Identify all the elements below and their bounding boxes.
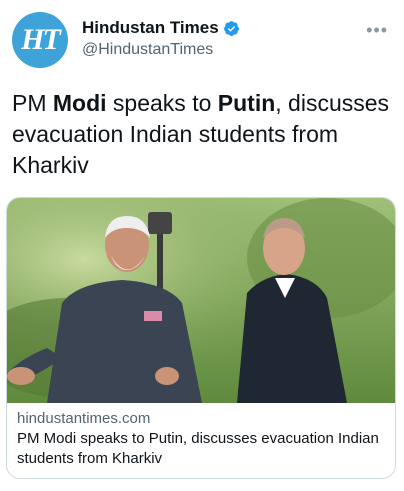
display-name[interactable]: Hindustan Times — [82, 18, 240, 38]
tweet-text-part: speaks to — [106, 90, 218, 116]
article-photo[interactable] — [7, 198, 395, 403]
tweet-text-part: PM — [12, 90, 53, 116]
display-name-text[interactable]: Hindustan Times — [82, 18, 219, 38]
account-names: Hindustan Times @HindustanTimes — [82, 18, 240, 59]
verified-badge-icon — [223, 20, 239, 36]
more-horizontal-icon[interactable]: ••• — [366, 20, 388, 41]
card-domain[interactable]: hindustantimes.com — [17, 410, 387, 427]
link-card[interactable]: hindustantimes.com PM Modi speaks to Put… — [6, 197, 396, 479]
avatar[interactable]: HT — [12, 12, 68, 68]
tweet-text-bold-putin: Putin — [217, 90, 276, 116]
card-meta[interactable]: hindustantimes.com PM Modi speaks to Put… — [17, 410, 387, 469]
tweet-text: PM Modi speaks to Putin, discusses evacu… — [12, 88, 392, 181]
tweet-text-bold-modi: Modi — [52, 90, 107, 116]
handle[interactable]: @HindustanTimes — [82, 41, 240, 59]
tweet-header: HT Hindustan Times @HindustanTimes ••• — [12, 12, 392, 68]
card-title[interactable]: PM Modi speaks to Putin, discusses evacu… — [17, 429, 387, 469]
